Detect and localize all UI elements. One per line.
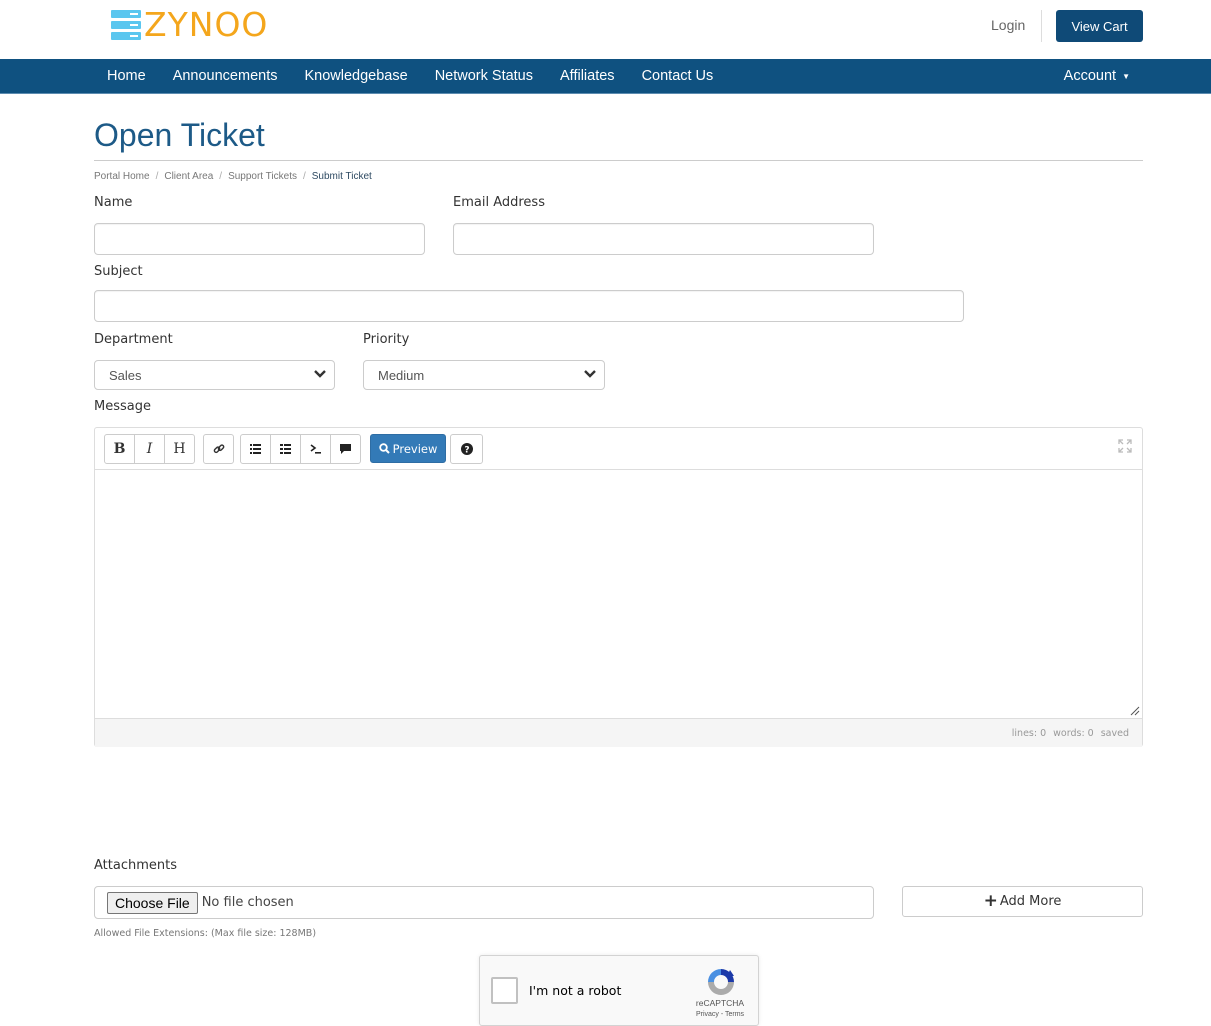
bold-button[interactable]: B: [104, 434, 135, 464]
department-label: Department: [94, 332, 173, 347]
server-logo-icon: [111, 10, 141, 40]
login-link[interactable]: Login: [991, 17, 1025, 33]
ticket-form: Name Email Address Subject Department Sa…: [94, 185, 1143, 1026]
plus-icon: +: [983, 891, 998, 911]
fullscreen-icon[interactable]: [1118, 439, 1132, 453]
main-content: Open Ticket Portal Home / Client Area / Supp…: [94, 94, 1143, 1026]
logo-text: ZYNOO: [144, 5, 269, 44]
title-divider: [94, 160, 1143, 161]
format-group: B I H: [104, 434, 195, 464]
nav-item-affiliates[interactable]: Affiliates: [560, 68, 615, 84]
nav-item-announcements[interactable]: Announcements: [173, 68, 278, 84]
breadcrumb-client-area[interactable]: Client Area: [164, 171, 213, 182]
save-status: saved: [1100, 728, 1129, 739]
header-divider: [1041, 10, 1042, 42]
help-button[interactable]: ?: [450, 434, 483, 464]
resize-handle-icon[interactable]: [1128, 704, 1140, 716]
priority-value: Medium: [378, 368, 425, 383]
priority-label: Priority: [363, 332, 410, 347]
quote-button[interactable]: [330, 434, 361, 464]
no-file-text: No file chosen: [201, 895, 294, 910]
breadcrumb-separator: /: [219, 171, 223, 182]
account-label: Account: [1063, 68, 1117, 84]
preview-button[interactable]: Preview: [370, 434, 446, 463]
terminal-icon: [310, 444, 321, 454]
code-button[interactable]: [300, 434, 331, 464]
department-value: Sales: [109, 368, 142, 383]
recaptcha-widget: I'm not a robot reCAPTCHA Privacy - Term…: [479, 955, 759, 1026]
account-menu[interactable]: Account ▼: [1064, 68, 1130, 84]
file-help-text: Allowed File Extensions: (Max file size:…: [94, 928, 317, 939]
lines-count: lines: 0: [1011, 728, 1047, 739]
help-group: ?: [450, 434, 483, 464]
breadcrumb-separator: /: [302, 171, 306, 182]
privacy-link[interactable]: Privacy: [696, 1011, 719, 1018]
list-ul-icon: [250, 444, 261, 454]
message-textarea[interactable]: [95, 470, 1142, 718]
nav-item-network-status[interactable]: Network Status: [435, 68, 533, 84]
breadcrumb: Portal Home / Client Area / Support Tickets /…: [94, 171, 1143, 185]
terms-link[interactable]: Terms: [725, 1011, 744, 1018]
logo[interactable]: ZYNOO: [111, 5, 269, 44]
words-count: words: 0: [1053, 728, 1094, 739]
link-group: [203, 434, 234, 464]
breadcrumb-support-tickets[interactable]: Support Tickets: [228, 171, 297, 182]
top-header: ZYNOO Login View Cart: [94, 0, 1143, 59]
nav-item-contact-us[interactable]: Contact Us: [642, 68, 714, 84]
ordered-list-button[interactable]: [270, 434, 301, 464]
list-ol-icon: [280, 444, 291, 454]
comment-icon: [340, 444, 351, 454]
recaptcha-brand: reCAPTCHA: [695, 998, 745, 1008]
name-field[interactable]: [94, 223, 425, 255]
department-select[interactable]: Sales: [94, 360, 335, 390]
subject-label: Subject: [94, 264, 143, 279]
email-label: Email Address: [453, 195, 545, 210]
editor-statusbar: lines: 0 words: 0 saved: [95, 718, 1142, 747]
view-cart-button[interactable]: View Cart: [1056, 10, 1143, 42]
breadcrumb-submit-ticket: Submit Ticket: [311, 171, 372, 182]
priority-select[interactable]: Medium: [363, 360, 605, 390]
heading-button[interactable]: H: [164, 434, 195, 464]
recaptcha-links: Privacy - Terms: [685, 1011, 755, 1018]
editor-toolbar: B I H Preview ?: [95, 428, 1142, 470]
subject-field[interactable]: [94, 290, 964, 322]
chevron-down-icon: [314, 370, 326, 378]
insert-group: [240, 434, 361, 464]
breadcrumb-separator: /: [155, 171, 159, 182]
nav-item-home[interactable]: Home: [107, 68, 146, 84]
captcha-checkbox[interactable]: [491, 977, 518, 1004]
email-field[interactable]: [453, 223, 874, 255]
name-label: Name: [94, 195, 133, 210]
svg-text:?: ?: [464, 445, 469, 455]
add-more-label: Add More: [999, 894, 1062, 909]
nav-item-knowledgebase[interactable]: Knowledgebase: [304, 68, 407, 84]
link-button[interactable]: [203, 434, 234, 464]
captcha-label: I'm not a robot: [529, 983, 622, 998]
search-icon: [378, 443, 390, 454]
link-icon: [213, 444, 224, 454]
unordered-list-button[interactable]: [240, 434, 271, 464]
choose-file-button[interactable]: Choose File: [107, 891, 198, 914]
page-title: Open Ticket: [94, 117, 265, 153]
message-label: Message: [94, 399, 151, 414]
caret-down-icon: ▼: [1122, 71, 1130, 81]
chevron-down-icon: [584, 370, 596, 378]
main-navbar: Home Announcements Knowledgebase Network…: [0, 59, 1211, 94]
add-more-button[interactable]: + Add More: [902, 886, 1143, 917]
recaptcha-logo-icon: [708, 969, 734, 995]
file-input[interactable]: Choose File No file chosen: [94, 886, 874, 919]
question-circle-icon: ?: [460, 443, 473, 455]
italic-button[interactable]: I: [134, 434, 165, 464]
message-editor: B I H Preview ? lines: 0 words: 0 saved: [94, 427, 1143, 747]
attachments-label: Attachments: [94, 858, 177, 873]
breadcrumb-portal-home[interactable]: Portal Home: [94, 171, 150, 182]
preview-label: Preview: [392, 441, 438, 456]
